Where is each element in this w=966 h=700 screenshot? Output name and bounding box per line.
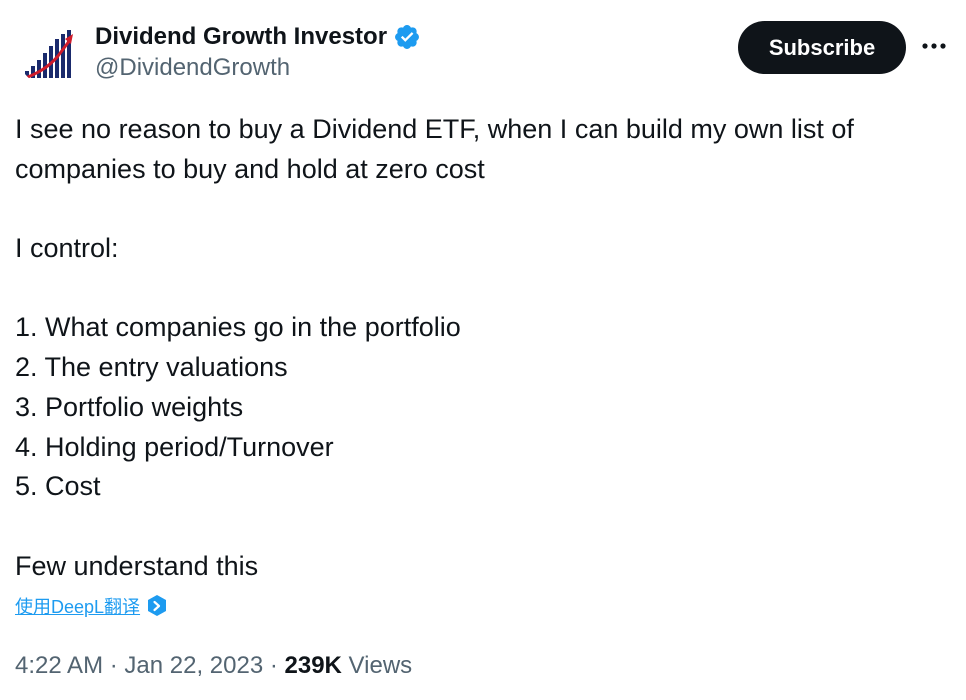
growth-chart-logo-icon (21, 30, 73, 81)
tweet-list-item: 1. What companies go in the portfolio (15, 312, 461, 343)
views-label: Views (341, 652, 413, 679)
tweet-meta: 4:22 AM · Jan 22, 2023 · 239K Views (15, 652, 412, 680)
tweet-text-line: I see no reason to buy a Dividend ETF, w… (15, 114, 854, 144)
meta-separator: · (263, 652, 285, 679)
tweet-list-item: 2. The entry valuations (15, 352, 288, 383)
tweet-list-item: 4. Holding period/Turnover (15, 431, 334, 462)
tweet-text-line (15, 507, 945, 547)
translate-link[interactable]: 使用DeepL翻译 (15, 593, 168, 619)
tweet-text-line (15, 269, 945, 309)
views-count[interactable]: 239K (285, 652, 342, 680)
more-options-icon[interactable] (918, 30, 950, 62)
tweet-text: I see no reason to buy a Dividend ETF, w… (15, 110, 945, 586)
translate-label[interactable]: 使用DeepL翻译 (15, 593, 140, 619)
author-info: Dividend Growth Investor @DividendGrowth (95, 20, 421, 82)
author-name-row: Dividend Growth Investor (95, 20, 421, 54)
tweet-text-line (15, 189, 945, 229)
tweet-text-line: Few understand this (15, 550, 259, 581)
tweet-text-line: companies to buy and hold at zero cost (15, 153, 485, 184)
avatar[interactable] (18, 22, 82, 86)
tweet-list-item: 5. Cost (15, 471, 101, 502)
tweet-list-item: 3. Portfolio weights (15, 391, 244, 422)
subscribe-button[interactable]: Subscribe (738, 21, 906, 74)
author-display-name[interactable]: Dividend Growth Investor (95, 23, 387, 51)
tweet-date[interactable]: Jan 22, 2023 (124, 652, 263, 680)
tweet-time[interactable]: 4:22 AM (15, 652, 103, 680)
tweet-text-line: I control: (15, 233, 119, 264)
tweet-container: Dividend Growth Investor @DividendGrowth… (0, 0, 966, 700)
author-handle[interactable]: @DividendGrowth (95, 54, 421, 82)
verified-badge-icon[interactable] (393, 23, 421, 51)
deepl-icon[interactable] (146, 594, 168, 618)
meta-separator: · (103, 652, 125, 679)
